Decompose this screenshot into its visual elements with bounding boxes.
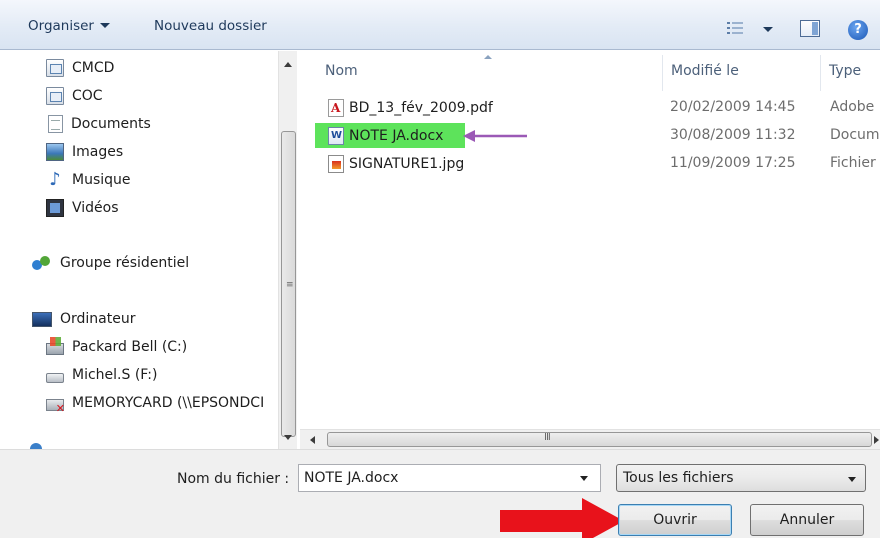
videos-icon <box>46 199 64 217</box>
library-icon <box>46 87 64 105</box>
column-divider[interactable] <box>820 55 821 91</box>
library-icon <box>46 59 64 77</box>
file-type: Fichier <box>830 155 876 171</box>
nav-item-homegroup[interactable]: Groupe résidentiel <box>32 252 189 274</box>
nav-item-label: Vidéos <box>72 200 119 216</box>
scrollbar-thumb[interactable]: ≡ <box>281 131 296 437</box>
images-icon <box>46 143 64 161</box>
annotation-arrow-red <box>500 498 624 538</box>
cancel-button[interactable]: Annuler <box>750 504 864 536</box>
nav-item-coc[interactable]: COC <box>46 85 103 107</box>
chevron-down-icon <box>99 23 110 28</box>
column-header-modified[interactable]: Modifié le <box>671 63 739 79</box>
file-type: Docum <box>830 127 880 143</box>
word-file-icon <box>328 127 344 145</box>
file-type-select[interactable]: Tous les fichiers <box>616 464 866 492</box>
music-icon: ♪ <box>49 169 61 190</box>
grip-icon: ≡ <box>286 280 294 290</box>
new-folder-button[interactable]: Nouveau dossier <box>154 18 267 34</box>
chevron-down-icon[interactable] <box>848 477 856 482</box>
column-header-type[interactable]: Type <box>829 63 861 79</box>
grip-icon: III <box>544 432 551 443</box>
navigation-scrollbar[interactable]: ≡ <box>278 51 297 449</box>
scroll-left-icon[interactable] <box>310 436 315 444</box>
nav-item-label: Ordinateur <box>60 311 136 327</box>
homegroup-icon <box>32 254 52 272</box>
nav-item-label: Images <box>72 144 124 160</box>
nav-item-drive-c[interactable]: Packard Bell (C:) <box>46 336 187 358</box>
sort-ascending-icon <box>484 55 492 59</box>
filename-input[interactable]: NOTE JA.docx <box>298 464 601 492</box>
computer-icon <box>32 311 52 327</box>
scrollbar-thumb[interactable]: III <box>327 432 872 447</box>
nav-item-musique[interactable]: ♪ Musique <box>46 169 131 191</box>
toolbar: Organiser Nouveau dossier ? <box>0 0 880 50</box>
nav-item-label: Packard Bell (C:) <box>72 339 188 355</box>
file-row-jpg[interactable]: SIGNATURE1.jpg 11/09/2009 17:25 Fichier <box>300 152 880 176</box>
column-header-name[interactable]: Nom <box>325 63 358 79</box>
column-divider[interactable] <box>662 55 663 91</box>
nav-item-documents[interactable]: Documents <box>46 113 151 135</box>
jpg-file-icon <box>328 155 344 173</box>
file-name: NOTE JA.docx <box>349 128 444 144</box>
organiser-button[interactable]: Organiser <box>28 18 110 34</box>
nav-item-label: CMCD <box>72 60 115 76</box>
scroll-right-icon[interactable] <box>874 436 879 444</box>
file-modified: 11/09/2009 17:25 <box>670 155 796 171</box>
nav-item-label: Documents <box>71 116 151 132</box>
file-modified: 30/08/2009 11:32 <box>670 127 796 143</box>
file-row-docx[interactable]: NOTE JA.docx 30/08/2009 11:32 Docum <box>300 123 880 148</box>
annotation-arrow-purple <box>463 130 527 142</box>
preview-pane-icon[interactable] <box>800 20 820 37</box>
nav-item-cmcd[interactable]: CMCD <box>46 57 114 79</box>
nav-item-computer[interactable]: Ordinateur <box>32 308 136 330</box>
dialog-footer: Nom du fichier : NOTE JA.docx Tous les f… <box>0 449 880 538</box>
nav-item-images[interactable]: Images <box>46 141 123 163</box>
view-options-icon[interactable] <box>727 22 743 34</box>
nav-item-label: Groupe résidentiel <box>60 255 190 271</box>
file-name: BD_13_fév_2009.pdf <box>349 100 493 116</box>
organiser-label: Organiser <box>28 18 94 34</box>
removable-drive-icon <box>46 373 64 383</box>
file-name: SIGNATURE1.jpg <box>349 156 465 172</box>
nav-item-videos[interactable]: Vidéos <box>46 197 119 219</box>
file-list-scrollbar[interactable]: III <box>300 429 880 449</box>
scroll-up-icon[interactable] <box>284 62 292 67</box>
nav-item-label: COC <box>72 88 103 104</box>
file-row-pdf[interactable]: BD_13_fév_2009.pdf 20/02/2009 14:45 Adob… <box>300 96 880 120</box>
nav-item-drive-f[interactable]: Michel.S (F:) <box>46 364 157 386</box>
navigation-pane: CMCD COC Documents Images ♪ Musique Vidé… <box>0 51 278 449</box>
system-drive-icon <box>46 337 64 355</box>
nav-item-label: MEMORYCARD (\\EPSONDCI <box>72 395 265 411</box>
filename-label: Nom du fichier : <box>177 471 290 487</box>
view-dropdown-chevron-icon[interactable] <box>763 27 773 32</box>
help-icon[interactable]: ? <box>848 20 868 40</box>
nav-item-label: Michel.S (F:) <box>72 367 158 383</box>
file-list: Nom Modifié le Type BD_13_fév_2009.pdf 2… <box>300 51 880 429</box>
nav-item-memorycard[interactable]: MEMORYCARD (\\EPSONDCI <box>46 392 265 415</box>
open-button[interactable]: Ouvrir <box>618 504 732 536</box>
documents-icon <box>48 115 63 133</box>
pdf-file-icon <box>328 99 344 117</box>
disconnected-drive-icon <box>46 399 65 415</box>
nav-item-label: Musique <box>72 172 131 188</box>
scroll-down-icon[interactable] <box>284 435 292 440</box>
file-modified: 20/02/2009 14:45 <box>670 99 796 115</box>
filename-dropdown-icon[interactable] <box>580 476 588 481</box>
file-type: Adobe <box>830 99 875 115</box>
